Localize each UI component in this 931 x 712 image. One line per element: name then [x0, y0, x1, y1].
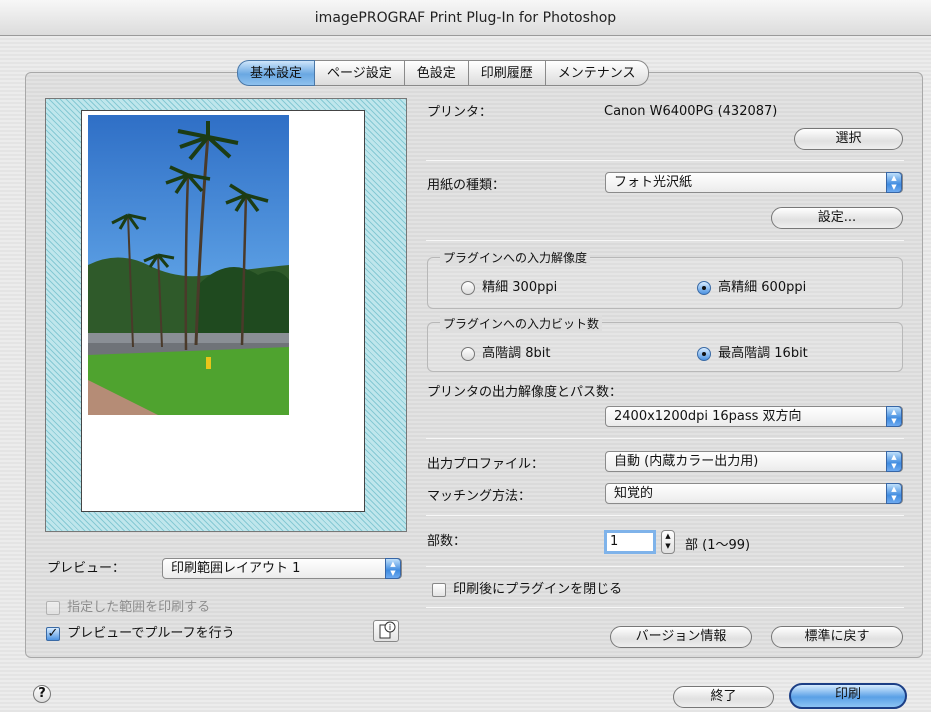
chevron-updown-icon: ▲ ▼	[886, 406, 902, 427]
matching-label: マッチング方法：	[427, 489, 532, 504]
bits-8-radio[interactable]	[461, 346, 475, 361]
bits-8-option[interactable]: 高階調 8bit	[461, 342, 551, 361]
preview-info-icon[interactable]: i	[373, 620, 399, 642]
restore-defaults-button[interactable]: 標準に戻す	[771, 626, 903, 648]
chevron-updown-icon: ▲ ▼	[886, 451, 902, 472]
proof-label: プレビューでプルーフを行う	[67, 626, 235, 641]
proof-checkbox[interactable]: ✓	[46, 626, 60, 641]
tab-page-settings[interactable]: ページ設定	[315, 60, 405, 86]
bits-16-radio[interactable]	[697, 346, 711, 361]
output-profile-label: 出力プロファイル：	[427, 457, 545, 472]
bits-16-label: 最高階調 16bit	[718, 346, 808, 361]
matching-value: 知覚的	[614, 486, 654, 501]
quit-button[interactable]: 終了	[673, 686, 774, 708]
resolution-600-radio[interactable]	[697, 280, 711, 295]
bits-16-option[interactable]: 最高階調 16bit	[697, 342, 808, 361]
print-selection-checkbox[interactable]	[46, 600, 60, 615]
tab-bar: 基本設定 ページ設定 色設定 印刷履歴 メンテナンス	[237, 60, 649, 86]
separator	[426, 566, 904, 567]
separator	[426, 240, 904, 241]
output-resolution-value: 2400x1200dpi 16pass 双方向	[614, 409, 802, 424]
chevron-updown-icon: ▲ ▼	[886, 483, 902, 504]
separator	[426, 438, 904, 439]
separator	[426, 515, 904, 516]
chevron-updown-icon: ▲ ▼	[385, 558, 401, 579]
paper-type-select[interactable]: フォト光沢紙 ▲ ▼	[605, 172, 903, 193]
paper-type-label: 用紙の種類：	[427, 178, 506, 193]
version-info-button[interactable]: バージョン情報	[610, 626, 752, 648]
proof-option: ✓ プレビューでプルーフを行う	[46, 622, 235, 641]
close-after-print-checkbox[interactable]	[432, 582, 446, 597]
input-bits-title: プラグインへの入力ビット数	[440, 315, 603, 332]
preview-photo	[88, 115, 289, 415]
paper-settings-button[interactable]: 設定...	[771, 207, 903, 229]
resolution-300-radio[interactable]	[461, 280, 475, 295]
print-selection-option: 指定した範囲を印刷する	[46, 596, 210, 615]
print-button[interactable]: 印刷	[789, 683, 907, 709]
resolution-600-option[interactable]: 高精細 600ppi	[697, 276, 806, 295]
select-printer-button[interactable]: 選択	[794, 128, 903, 150]
bits-8-label: 高階調 8bit	[482, 346, 551, 361]
output-profile-select[interactable]: 自動 (内蔵カラー出力用) ▲ ▼	[605, 451, 903, 472]
resolution-300-option[interactable]: 精細 300ppi	[461, 276, 557, 295]
printer-label: プリンタ：	[427, 105, 493, 120]
copies-unit: 部 (1〜99)	[685, 538, 751, 553]
resolution-300-label: 精細 300ppi	[482, 280, 558, 295]
svg-text:i: i	[389, 623, 391, 632]
tab-print-history[interactable]: 印刷履歴	[468, 60, 546, 86]
separator	[426, 607, 904, 608]
printer-name: Canon W6400PG (432087)	[604, 104, 778, 119]
output-profile-value: 自動 (内蔵カラー出力用)	[614, 454, 759, 469]
output-resolution-label: プリンタの出力解像度とパス数：	[427, 385, 623, 400]
input-resolution-title: プラグインへの入力解像度	[440, 249, 591, 266]
close-after-print-option[interactable]: 印刷後にプラグインを閉じる	[432, 578, 622, 597]
help-icon[interactable]: ?	[33, 685, 51, 703]
preview-layout-value: 印刷範囲レイアウト 1	[171, 561, 301, 576]
preview-layout-select[interactable]: 印刷範囲レイアウト 1 ▲ ▼	[162, 558, 402, 579]
tab-maintenance[interactable]: メンテナンス	[545, 60, 649, 86]
tab-basic-settings[interactable]: 基本設定	[237, 60, 316, 86]
separator	[426, 160, 904, 161]
copies-label: 部数：	[427, 534, 467, 549]
tab-color-settings[interactable]: 色設定	[404, 60, 469, 86]
copies-input[interactable]: 1	[604, 530, 656, 554]
output-resolution-select[interactable]: 2400x1200dpi 16pass 双方向 ▲ ▼	[605, 406, 903, 427]
print-selection-label: 指定した範囲を印刷する	[67, 600, 211, 615]
window-title: imagePROGRAF Print Plug-In for Photoshop	[0, 0, 931, 36]
close-after-print-label: 印刷後にプラグインを閉じる	[453, 582, 623, 597]
resolution-600-label: 高精細 600ppi	[718, 280, 807, 295]
matching-select[interactable]: 知覚的 ▲ ▼	[605, 483, 903, 504]
preview-label: プレビュー：	[47, 561, 126, 576]
chevron-updown-icon: ▲ ▼	[886, 172, 902, 193]
copies-stepper[interactable]: ▲ ▼	[661, 530, 675, 554]
paper-type-value: フォト光沢紙	[614, 175, 693, 190]
